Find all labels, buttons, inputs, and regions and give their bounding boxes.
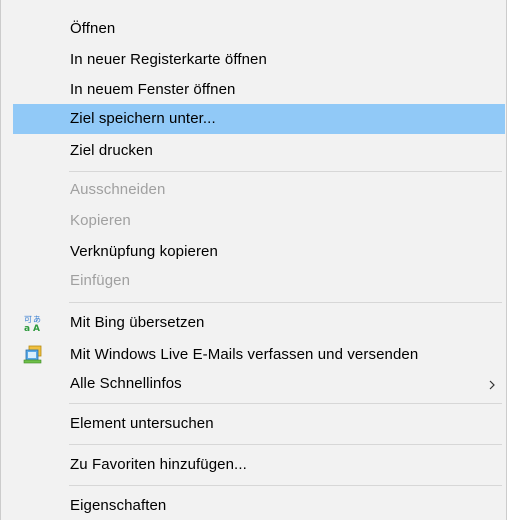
menu-item-label: Zu Favoriten hinzufügen... (70, 456, 247, 473)
menu-item-label: Ziel drucken (70, 142, 153, 159)
menu-separator (69, 302, 502, 303)
translate-icon: 可 あ a A (23, 313, 43, 334)
menu-item-add-to-favorites[interactable]: Zu Favoriten hinzufügen... (13, 450, 505, 480)
svg-text:あ: あ (33, 315, 41, 324)
menu-item-oeffnen[interactable]: Öffnen (13, 14, 505, 44)
menu-separator (69, 171, 502, 172)
windows-live-mail-icon (23, 345, 43, 365)
menu-item-open-in-new-tab[interactable]: In neuer Registerkarte öffnen (13, 45, 505, 75)
menu-item-label: Ziel speichern unter... (70, 110, 216, 127)
menu-item-label: In neuer Registerkarte öffnen (70, 51, 267, 68)
menu-item-paste[interactable]: Einfügen (13, 266, 505, 296)
menu-item-all-accelerators[interactable]: Alle Schnellinfos (13, 369, 505, 399)
menu-item-copy-shortcut[interactable]: Verknüpfung kopieren (13, 237, 505, 267)
svg-text:a: a (24, 324, 30, 333)
menu-item-label: Öffnen (70, 20, 116, 37)
menu-item-translate-with-bing[interactable]: 可 あ a A Mit Bing übersetzen (13, 308, 505, 338)
svg-text:可: 可 (24, 315, 32, 324)
menu-item-cut[interactable]: Ausschneiden (13, 175, 505, 205)
menu-item-label: Mit Windows Live E-Mails verfassen und v… (70, 346, 419, 363)
menu-item-label: Ausschneiden (70, 181, 166, 198)
menu-item-save-target-as[interactable]: Ziel speichern unter... (13, 104, 505, 134)
chevron-right-icon (487, 378, 497, 390)
menu-item-label: Verknüpfung kopieren (70, 243, 218, 260)
menu-item-label: Element untersuchen (70, 415, 214, 432)
menu-item-label: Kopieren (70, 212, 131, 229)
menu-item-label: Alle Schnellinfos (70, 375, 182, 392)
context-menu: Öffnen In neuer Registerkarte öffnen In … (0, 0, 507, 520)
menu-item-windows-live-mail[interactable]: Mit Windows Live E-Mails verfassen und v… (13, 340, 505, 370)
menu-separator (69, 403, 502, 404)
menu-item-label: In neuem Fenster öffnen (70, 81, 236, 98)
menu-separator (69, 485, 502, 486)
menu-separator (69, 444, 502, 445)
menu-item-open-in-new-window[interactable]: In neuem Fenster öffnen (13, 75, 505, 105)
menu-item-label: Eigenschaften (70, 497, 167, 514)
menu-item-properties[interactable]: Eigenschaften (13, 491, 505, 521)
svg-text:A: A (33, 324, 40, 333)
menu-item-print-target[interactable]: Ziel drucken (13, 136, 505, 166)
menu-item-copy[interactable]: Kopieren (13, 206, 505, 236)
menu-item-label: Einfügen (70, 272, 131, 289)
menu-item-label: Mit Bing übersetzen (70, 314, 205, 331)
menu-item-inspect-element[interactable]: Element untersuchen (13, 409, 505, 439)
